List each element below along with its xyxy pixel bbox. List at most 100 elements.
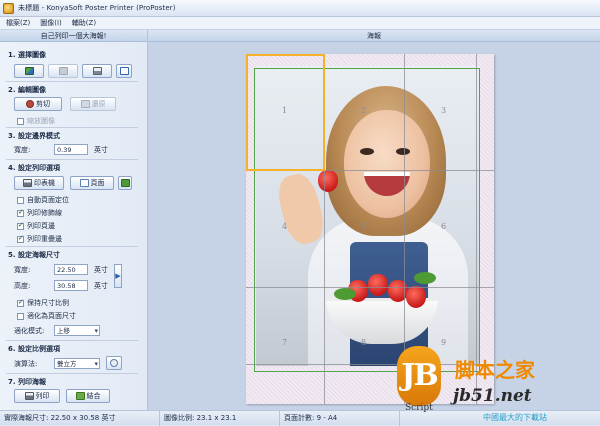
keep-ratio-checkbox[interactable]: 保持尺寸比例 [17, 298, 69, 308]
link-size-button[interactable]: ▶ [114, 264, 122, 288]
section-edit-image-title: 2. 編輯圖像 [8, 86, 46, 94]
app-icon [3, 2, 14, 14]
print-label: 列印 [35, 392, 50, 400]
scanner-icon [92, 67, 102, 75]
print-overlap-label: 列印重疊邊 [27, 235, 62, 243]
tile-number: 4 [282, 222, 288, 231]
watermark-url: jb51.net [453, 386, 532, 406]
arrow-right-icon: ▶ [115, 272, 121, 280]
checkbox-box [17, 234, 24, 243]
printer-icon [23, 179, 32, 187]
tile-divider [246, 287, 494, 288]
printer-label: 印表機 [34, 179, 55, 187]
settings-panel: 自己列印一個大海報! 1. 選擇圖像 2. 編輯圖像 剪切 還原 縮放圖像 3.… [0, 30, 148, 410]
menu-image[interactable]: 圖像(I) [40, 18, 62, 28]
print-trim-lines-checkbox[interactable]: 列印修飾線 [17, 208, 62, 218]
margin-width-label: 寬度: [14, 145, 31, 154]
poster-height-label: 高度: [14, 281, 31, 290]
section-scale-options-title: 6. 設定比例選項 [8, 345, 60, 353]
tile-number: 1 [282, 106, 288, 115]
algorithm-settings-button[interactable] [106, 356, 122, 370]
undo-label: 還原 [91, 100, 106, 108]
paste-image-button[interactable] [116, 64, 132, 78]
poster-height-unit: 英寸 [94, 281, 108, 290]
auto-page-position-checkbox[interactable]: 自動頁面定位 [17, 195, 69, 205]
algorithm-label: 演算法: [14, 359, 38, 368]
poster-height-input[interactable]: 30.58 [54, 280, 88, 291]
algorithm-row: 演算法: 雙立方 [14, 358, 100, 369]
tile-number: 8 [361, 338, 367, 347]
preview-icon [120, 179, 130, 187]
poster-width-row: 寬度: 22.50 英寸 [14, 264, 108, 275]
divider [6, 246, 138, 247]
watermark-subtitle: 中國最大的下載站 [483, 413, 547, 422]
checkbox-box [17, 208, 24, 217]
print-margins-label: 列印頁邊 [27, 222, 55, 230]
scan-image-button[interactable] [82, 64, 112, 78]
section-print-poster-title: 7. 列印海報 [8, 378, 46, 386]
status-poster-size: 實際海報尺寸: 22.50 x 30.58 英寸 [0, 410, 160, 426]
divider [6, 159, 138, 160]
poster-width-input[interactable]: 22.50 [54, 264, 88, 275]
save-image-button[interactable] [48, 64, 78, 78]
preview-button[interactable] [118, 176, 132, 190]
auto-page-position-label: 自動頁面定位 [27, 196, 69, 204]
checkbox-box [17, 298, 24, 307]
section-margin-mode-title: 3. 設定邊界模式 [8, 132, 60, 140]
poster-panel-header: 海報 [148, 30, 600, 42]
image-icon [24, 67, 34, 75]
cut-button[interactable]: 剪切 [14, 97, 62, 111]
settings-icon [110, 359, 118, 367]
margin-width-input[interactable]: 0.39 [54, 144, 88, 155]
undo-button[interactable]: 還原 [70, 97, 116, 111]
tile-number: 3 [441, 106, 447, 115]
poster-width-label: 寬度: [14, 265, 31, 274]
paste-icon [119, 67, 129, 75]
merge-button[interactable]: 結合 [66, 389, 110, 403]
status-page-count: 頁面計數: 9 - A4 [280, 410, 400, 426]
open-image-button[interactable] [14, 64, 44, 78]
save-icon [58, 67, 68, 75]
watermark-script-text: Script [405, 403, 433, 413]
merge-label: 結合 [86, 392, 101, 400]
fit-page-checkbox[interactable]: 適化為頁面尺寸 [17, 311, 76, 321]
poster-height-row: 高度: 30.58 英寸 [14, 280, 108, 291]
fit-page-label: 適化為頁面尺寸 [27, 312, 76, 320]
checkbox-box [17, 196, 24, 204]
page-icon [79, 179, 89, 187]
print-overlap-checkbox[interactable]: 列印重疊邊 [17, 234, 62, 244]
margin-width-row: 寬度: 0.39 英寸 [14, 144, 108, 155]
title-bar: 未標題 - KonyaSoft Poster Printer (ProPoste… [0, 0, 600, 17]
fit-mode-select[interactable]: 上移 [54, 325, 100, 336]
divider [6, 127, 138, 128]
menu-help[interactable]: 輔助(Z) [72, 18, 96, 28]
status-image-scale: 圖像比例: 23.1 x 23.1 [160, 410, 280, 426]
menu-bar: 檔案(Z) 圖像(I) 輔助(Z) [0, 17, 600, 30]
merge-icon [75, 392, 85, 400]
watermark-logo: JB [397, 346, 441, 406]
scale-image-label: 縮放圖像 [27, 117, 55, 125]
undo-icon [80, 100, 90, 108]
tile-number: 6 [441, 222, 447, 231]
print-margins-checkbox[interactable]: 列印頁邊 [17, 221, 55, 231]
tile-number: 2 [361, 106, 367, 115]
printer-icon [24, 392, 34, 400]
scale-image-checkbox[interactable]: 縮放圖像 [17, 116, 55, 126]
watermark-site-name: 脚本之家 [455, 358, 535, 382]
section-poster-size-title: 5. 設定海報尺寸 [8, 251, 60, 259]
divider [6, 373, 138, 374]
keep-ratio-label: 保持尺寸比例 [27, 299, 69, 307]
section-select-image-title: 1. 選擇圖像 [8, 51, 46, 59]
checkbox-box [17, 221, 24, 230]
divider [6, 81, 138, 82]
poster-width-unit: 英寸 [94, 265, 108, 274]
site-watermark: JB Script 脚本之家 jb51.net 中國最大的下載站 [393, 346, 600, 425]
section-print-options-title: 4. 設定列印選項 [8, 164, 60, 172]
print-button[interactable]: 列印 [14, 389, 60, 403]
page-setup-label: 頁面 [90, 179, 105, 187]
page-setup-button[interactable]: 頁面 [70, 176, 114, 190]
algorithm-select[interactable]: 雙立方 [54, 358, 100, 369]
settings-panel-header: 自己列印一個大海報! [0, 30, 147, 42]
printer-button[interactable]: 印表機 [14, 176, 64, 190]
menu-file[interactable]: 檔案(Z) [6, 18, 30, 28]
